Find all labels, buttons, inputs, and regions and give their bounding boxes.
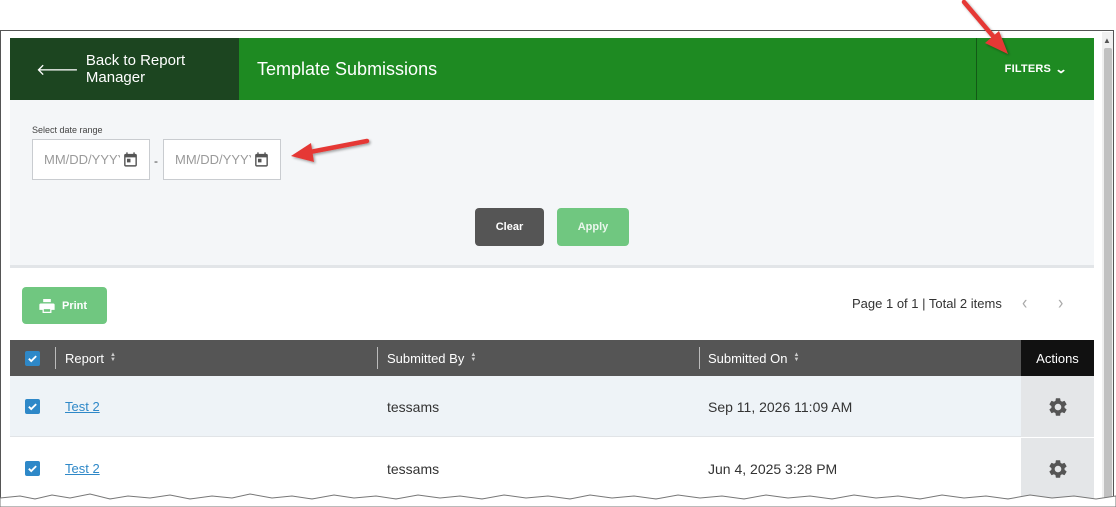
column-header-actions: Actions bbox=[1021, 340, 1094, 376]
end-date-input[interactable] bbox=[175, 152, 251, 167]
sort-icon[interactable]: ▲ ▼ bbox=[470, 352, 476, 363]
row-actions-cell bbox=[1021, 376, 1094, 437]
report-link[interactable]: Test 2 bbox=[65, 461, 100, 476]
vertical-scrollbar[interactable]: ▲ bbox=[1102, 32, 1113, 507]
print-label: Print bbox=[62, 299, 88, 312]
column-divider bbox=[377, 347, 378, 369]
column-divider bbox=[699, 347, 700, 369]
gear-icon[interactable] bbox=[1047, 396, 1069, 418]
calendar-icon[interactable] bbox=[122, 151, 139, 168]
header-bar: 🡐 Back to Report Manager Template Submis… bbox=[10, 38, 1094, 100]
date-range-label: Select date range bbox=[32, 125, 103, 135]
apply-button[interactable]: Apply bbox=[557, 208, 629, 246]
checkbox-checked-icon[interactable] bbox=[25, 399, 40, 414]
column-header-submitted-on[interactable]: Submitted On ▲ ▼ bbox=[708, 340, 799, 376]
filters-label: FILTERS bbox=[1004, 63, 1052, 75]
printer-icon bbox=[39, 298, 55, 313]
app-container: 🡐 Back to Report Manager Template Submis… bbox=[10, 38, 1094, 507]
column-report-label: Report bbox=[65, 350, 105, 366]
chevron-left-icon[interactable]: ‹ bbox=[1022, 293, 1027, 315]
table-row: Test 2 tessams Sep 11, 2026 11:09 AM bbox=[10, 376, 1094, 437]
table-header: Report ▲ ▼ Submitted By ▲ ▼ Submitted On ▲… bbox=[10, 340, 1094, 376]
date-range-separator: - bbox=[154, 154, 158, 168]
filter-panel: Select date range - Clear Apply bbox=[10, 100, 1094, 268]
scroll-thumb[interactable] bbox=[1104, 48, 1112, 507]
chevron-down-icon: ⌄ bbox=[1054, 62, 1068, 76]
end-date-field[interactable] bbox=[163, 139, 281, 180]
checkbox-checked-icon[interactable] bbox=[25, 350, 40, 366]
column-header-submitted-by[interactable]: Submitted By ▲ ▼ bbox=[387, 340, 476, 376]
sort-icon[interactable]: ▲ ▼ bbox=[794, 352, 800, 363]
submitted-on-cell: Sep 11, 2026 11:09 AM bbox=[708, 398, 853, 415]
column-submitted-on-label: Submitted On bbox=[708, 350, 788, 366]
column-divider bbox=[55, 347, 56, 369]
chevron-right-icon[interactable]: › bbox=[1058, 293, 1063, 315]
back-to-report-manager-button[interactable]: 🡐 Back to Report Manager bbox=[10, 38, 239, 100]
start-date-field[interactable] bbox=[32, 139, 150, 180]
back-arrow-icon: 🡐 bbox=[36, 61, 79, 79]
select-all-checkbox[interactable] bbox=[25, 340, 40, 376]
gear-icon[interactable] bbox=[1047, 458, 1069, 480]
pagination-summary: Page 1 of 1 | Total 2 items bbox=[852, 296, 1002, 311]
clear-button[interactable]: Clear bbox=[475, 208, 544, 246]
page-title: Template Submissions bbox=[257, 59, 438, 79]
row-checkbox[interactable] bbox=[25, 376, 40, 437]
calendar-icon[interactable] bbox=[253, 151, 270, 168]
sort-icon[interactable]: ▲ ▼ bbox=[110, 352, 116, 363]
submitted-by-cell: tessams bbox=[387, 398, 440, 415]
report-link[interactable]: Test 2 bbox=[65, 399, 100, 414]
column-header-report[interactable]: Report ▲ ▼ bbox=[65, 340, 116, 376]
print-button[interactable]: Print bbox=[22, 287, 107, 324]
scroll-up-icon[interactable]: ▲ bbox=[1103, 36, 1111, 45]
back-button-label: Back to Report Manager bbox=[85, 52, 186, 86]
checkbox-checked-icon[interactable] bbox=[25, 461, 40, 476]
torn-edge-decoration bbox=[0, 493, 1116, 507]
browser-frame: 🡐 Back to Report Manager Template Submis… bbox=[0, 30, 1114, 507]
start-date-input[interactable] bbox=[44, 152, 120, 167]
filters-toggle-button[interactable]: FILTERS ⌄ bbox=[976, 38, 1094, 100]
column-submitted-by-label: Submitted By bbox=[387, 350, 465, 366]
